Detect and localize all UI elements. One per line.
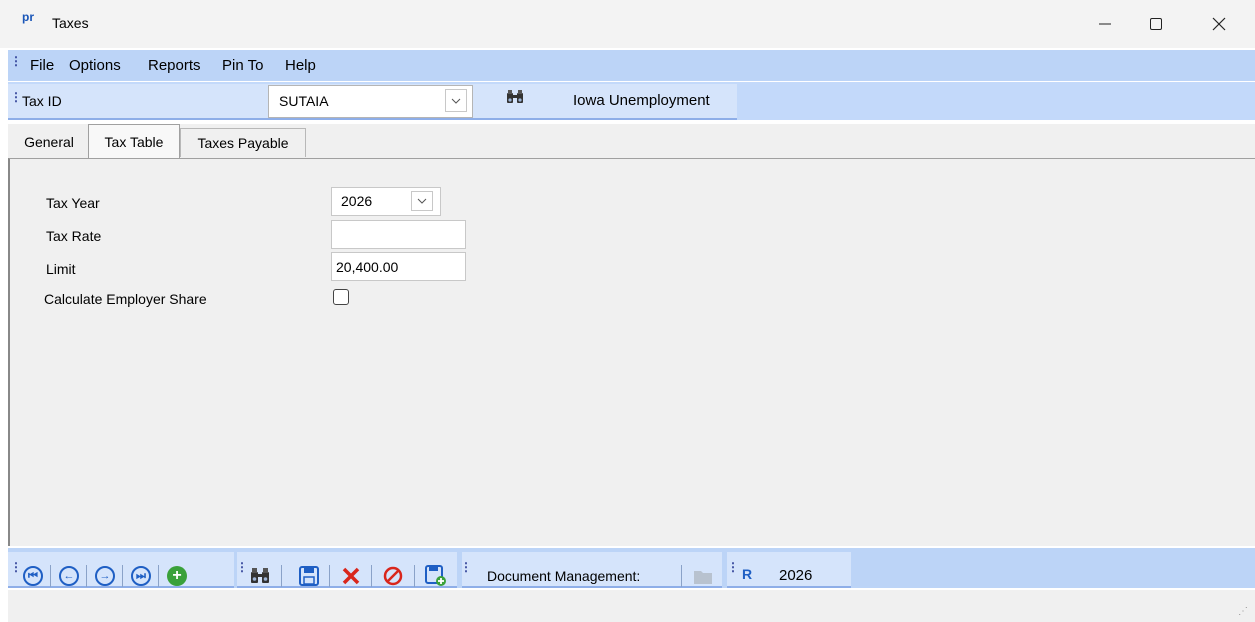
first-record-icon: ⏮ (28, 569, 38, 582)
menu-help[interactable]: Help (285, 57, 316, 74)
menu-file[interactable]: File (30, 57, 54, 74)
document-management-label: Document Management: (487, 568, 641, 584)
search-button[interactable] (250, 567, 270, 588)
delete-x-icon (342, 567, 360, 585)
bottom-grip-icon[interactable]: ⋮ (727, 560, 739, 574)
bottom-grip-icon[interactable]: ⋮ (10, 560, 22, 574)
close-icon (1212, 17, 1226, 31)
menu-pin-to[interactable]: Pin To (222, 57, 263, 74)
tab-taxes-payable[interactable]: Taxes Payable (180, 128, 306, 157)
separator (122, 565, 123, 587)
separator (50, 565, 51, 587)
tax-year-combo[interactable]: 2026 (331, 187, 441, 216)
limit-input[interactable]: 20,400.00 (331, 252, 466, 281)
limit-label: Limit (46, 261, 76, 277)
save-icon (299, 566, 319, 586)
add-record-button[interactable]: + (167, 566, 187, 586)
chevron-down-icon (451, 98, 461, 104)
taxid-dropdown-button[interactable] (445, 89, 467, 112)
separator (281, 565, 282, 587)
separator (158, 565, 159, 587)
arrow-left-icon: ← (63, 570, 75, 582)
maximize-button[interactable] (1126, 0, 1186, 48)
minimize-icon (1099, 23, 1111, 25)
tax-year-value: 2026 (341, 193, 373, 209)
window-title: Taxes (52, 15, 89, 31)
bottom-grip-icon[interactable]: ⋮ (460, 560, 472, 574)
delete-button[interactable] (341, 566, 361, 589)
separator (414, 565, 415, 587)
save-new-button[interactable] (425, 565, 447, 590)
resize-grip-icon[interactable]: ⋰ (1238, 606, 1248, 617)
last-record-icon: ⏭ (136, 569, 146, 582)
close-button[interactable] (1189, 0, 1249, 48)
taxid-value: SUTAIA (279, 93, 329, 109)
separator (329, 565, 330, 587)
plus-icon: + (172, 567, 182, 584)
bottom-grip-icon[interactable]: ⋮ (236, 560, 248, 574)
previous-record-button[interactable]: ← (59, 566, 79, 586)
menu-reports[interactable]: Reports (148, 57, 201, 74)
employer-share-checkbox[interactable] (333, 289, 349, 305)
folder-icon (694, 571, 712, 584)
chevron-down-icon (417, 198, 427, 204)
binoculars-icon (507, 90, 523, 103)
payroll-year-icon: R (742, 566, 753, 582)
tax-rate-input[interactable] (331, 220, 466, 249)
limit-value: 20,400.00 (336, 259, 399, 275)
separator (86, 565, 87, 587)
cancel-icon (383, 566, 403, 586)
title-bar (0, 0, 1255, 48)
tab-tax-table[interactable]: Tax Table (88, 124, 180, 158)
employer-share-label: Calculate Employer Share (44, 291, 207, 307)
cancel-button[interactable] (383, 566, 403, 589)
tax-year-dropdown-button[interactable] (411, 191, 433, 211)
arrow-right-icon: → (99, 570, 111, 582)
first-record-button[interactable]: ⏮ (23, 566, 43, 586)
tax-table-panel (8, 158, 1255, 546)
nav-panel (8, 552, 234, 588)
taxid-search-button[interactable] (506, 89, 524, 108)
separator (681, 565, 682, 587)
payroll-year-value: 2026 (779, 567, 813, 584)
menu-grip-icon[interactable]: ⋮ (10, 54, 22, 68)
taxid-combo[interactable]: SUTAIA (268, 85, 473, 118)
taxid-description: Iowa Unemployment (573, 92, 710, 109)
maximize-icon (1150, 18, 1162, 30)
save-new-icon (425, 565, 446, 586)
document-folder-button[interactable] (693, 568, 713, 588)
tax-year-label: Tax Year (46, 195, 100, 211)
tab-general[interactable]: General (12, 128, 86, 156)
next-record-button[interactable]: → (95, 566, 115, 586)
taxid-label: Tax ID (22, 93, 62, 109)
tax-rate-label: Tax Rate (46, 228, 102, 244)
save-button[interactable] (299, 566, 319, 589)
separator (371, 565, 372, 587)
toolstrip-grip-icon[interactable]: ⋮ (10, 90, 22, 104)
binoculars-icon (251, 568, 269, 583)
menu-options[interactable]: Options (69, 57, 121, 74)
last-record-button[interactable]: ⏭ (131, 566, 151, 586)
status-bar (8, 590, 1255, 622)
app-icon: pr (22, 10, 34, 24)
